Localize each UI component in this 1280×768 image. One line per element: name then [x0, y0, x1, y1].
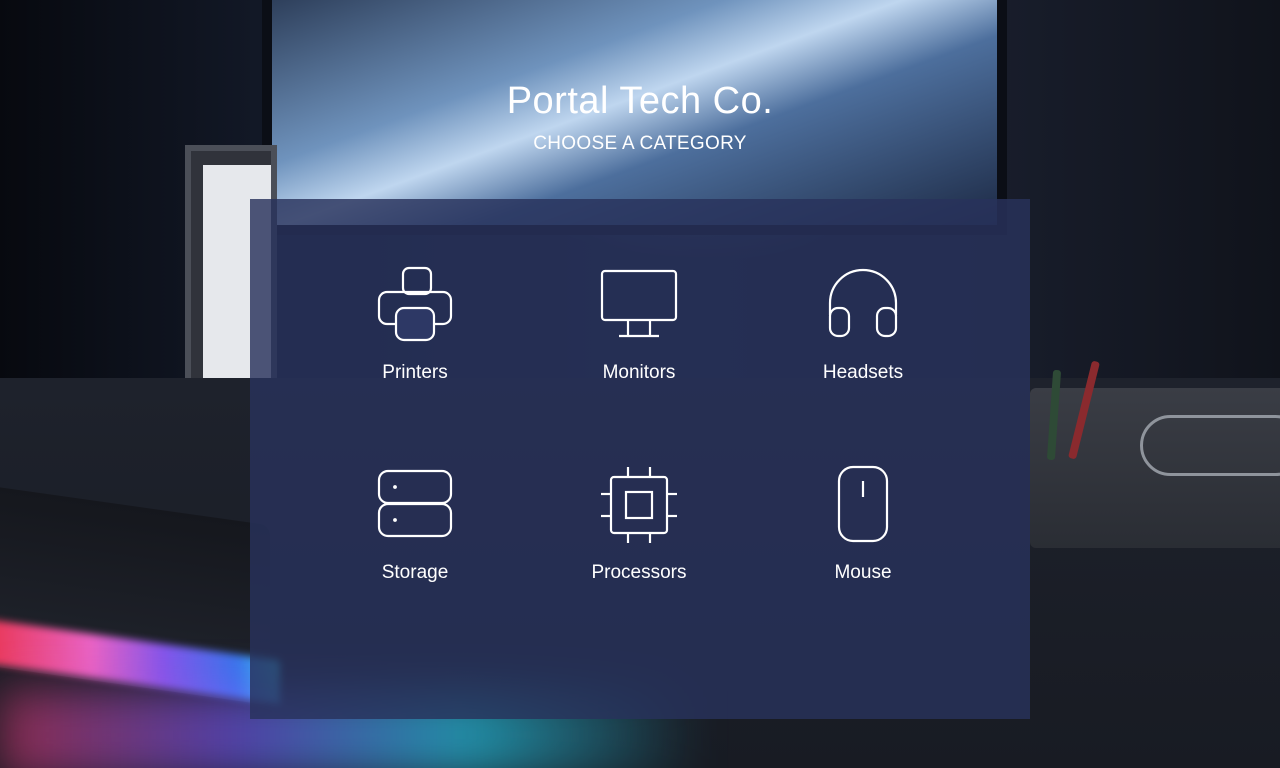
- monitor-icon: [600, 269, 678, 338]
- page-title: Portal Tech Co.: [506, 80, 774, 122]
- printer-icon: [377, 266, 453, 342]
- category-label: Headsets: [822, 362, 904, 383]
- category-printers[interactable]: Printers: [303, 263, 527, 463]
- category-label: Monitors: [602, 362, 676, 383]
- page-header: Portal Tech Co. CHOOSE A CATEGORY: [0, 78, 1280, 156]
- category-monitors[interactable]: Monitors: [527, 263, 751, 463]
- category-processors[interactable]: Processors: [527, 463, 751, 663]
- background-scene: Portal Tech Co. CHOOSE A CATEGORY Printe…: [0, 0, 1280, 768]
- headset-icon: [828, 268, 898, 338]
- storage-icon: [377, 469, 453, 538]
- category-storage[interactable]: Storage: [303, 463, 527, 663]
- category-label: Processors: [591, 562, 687, 583]
- category-label: Storage: [381, 562, 449, 583]
- background-glasses: [1140, 415, 1280, 476]
- category-grid: Printers Monitors Headsets Storage Proce…: [303, 263, 977, 663]
- category-label: Printers: [382, 362, 448, 383]
- category-panel: Printers Monitors Headsets Storage Proce…: [250, 199, 1030, 719]
- page-subtitle: CHOOSE A CATEGORY: [533, 133, 747, 154]
- category-mouse[interactable]: Mouse: [751, 463, 975, 663]
- processor-icon: [601, 467, 677, 543]
- category-headsets[interactable]: Headsets: [751, 263, 975, 463]
- category-label: Mouse: [834, 562, 892, 583]
- mouse-icon: [837, 465, 889, 543]
